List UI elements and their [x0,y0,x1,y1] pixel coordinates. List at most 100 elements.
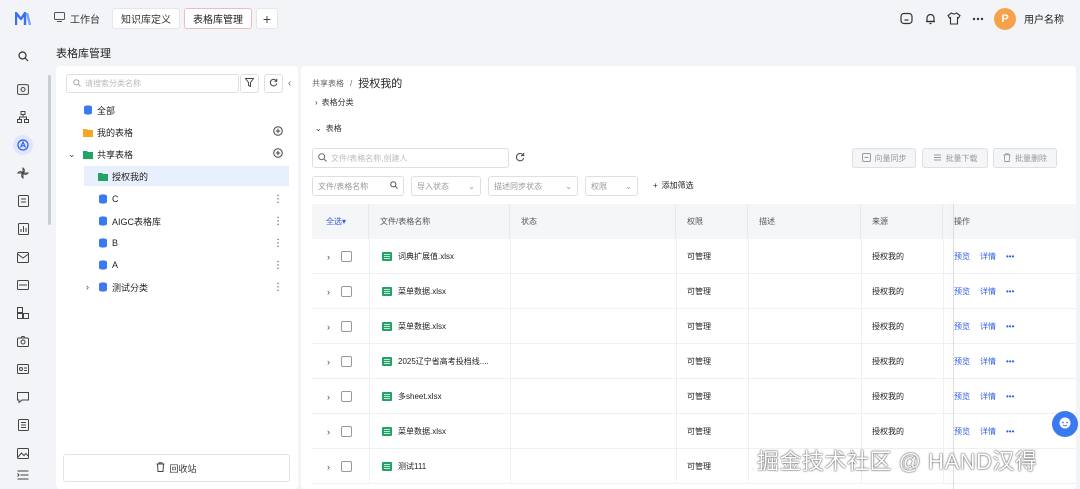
file-name[interactable]: 菜单数据.xlsx [398,286,446,297]
breadcrumb-root[interactable]: 共享表格 [312,78,344,89]
mail-icon[interactable] [15,249,31,265]
table-row[interactable]: › 词典扩展值.xlsx 可管理 授权我的 预览 详情 ••• [312,239,1076,274]
section-tables[interactable]: ⌄ 表格 [315,123,342,134]
batch-delete-button[interactable]: 批量删除 [993,148,1057,168]
row-checkbox[interactable] [341,344,352,379]
tree-item-aigc[interactable]: AIGC表格库 ⋮ [56,211,298,231]
tab-table-library[interactable]: 表格库管理 [184,8,252,29]
preview-link[interactable]: 预览 [954,426,970,437]
row-expander[interactable]: › [327,414,330,449]
preview-link[interactable]: 预览 [954,321,970,332]
image-icon[interactable] [15,445,31,461]
detail-link[interactable]: 详情 [980,286,996,297]
tab-workbench[interactable]: 工作台 [46,8,108,29]
more-vertical-icon[interactable]: ⋮ [273,260,283,271]
file-name[interactable]: 菜单数据.xlsx [398,321,446,332]
preview-link[interactable]: 预览 [954,286,970,297]
help-assistant-button[interactable] [1052,411,1078,437]
file-name-cell[interactable]: 菜单数据.xlsx [382,309,446,344]
row-checkbox[interactable] [341,379,352,414]
shirt-icon[interactable] [946,11,962,27]
vector-sync-button[interactable]: 向量同步 [852,148,916,168]
search-icon[interactable] [15,48,31,64]
select-all-toggle[interactable]: 全选 ▾ [312,204,369,239]
add-tab-button[interactable]: + [256,8,278,29]
camera-icon[interactable] [15,333,31,349]
keyboard-icon[interactable] [15,277,31,293]
org-chart-icon[interactable] [15,109,31,125]
avatar[interactable]: P [994,7,1016,30]
row-checkbox[interactable] [341,239,352,274]
filter-filename[interactable]: 文件/表格名称 [312,176,404,196]
more-vertical-icon[interactable]: ⋮ [273,238,283,249]
table-row[interactable]: › 多sheet.xlsx 可管理 授权我的 预览 详情 ••• [312,379,1076,414]
collapse-panel-icon[interactable]: ‹ [288,78,291,89]
table-row[interactable]: › 菜单数据.xlsx 可管理 授权我的 预览 详情 ••• [312,274,1076,309]
detail-link[interactable]: 详情 [980,426,996,437]
tree-item-c[interactable]: C ⋮ [56,189,298,209]
detail-link[interactable]: 详情 [980,391,996,402]
row-expander[interactable]: › [327,449,330,484]
table-row[interactable]: › 2025辽宁省高考投档线.... 可管理 授权我的 预览 详情 ••• [312,344,1076,379]
checkbox[interactable] [341,251,352,262]
checkbox[interactable] [341,461,352,472]
row-expander[interactable]: › [327,309,330,344]
chevron-right-icon[interactable]: › [86,282,97,292]
bell-icon[interactable] [922,11,938,27]
add-category-icon[interactable] [273,125,283,139]
row-expander[interactable]: › [327,274,330,309]
nav-scrollbar[interactable] [48,75,51,225]
detail-link[interactable]: 详情 [980,321,996,332]
add-category-icon[interactable] [273,147,283,161]
more-actions-icon[interactable]: ••• [1006,252,1014,261]
file-name[interactable]: 多sheet.xlsx [398,391,442,402]
filter-import-status[interactable]: 导入状态 ⌄ [411,176,481,196]
detail-link[interactable]: 详情 [980,356,996,367]
chart-icon[interactable] [15,221,31,237]
message-icon[interactable] [15,389,31,405]
knowledge-icon[interactable] [13,135,33,155]
tree-item-test-category[interactable]: › 测试分类 ⋮ [56,277,298,297]
table-row[interactable]: › 菜单数据.xlsx 可管理 授权我的 预览 详情 ••• [312,309,1076,344]
more-vertical-icon[interactable]: ⋮ [273,194,283,205]
file-search-input[interactable]: 文件/表格名称,创建人 [312,148,509,168]
more-actions-icon[interactable]: ••• [1006,392,1014,401]
file-name-cell[interactable]: 2025辽宁省高考投档线.... [382,344,489,379]
blocks-icon[interactable] [15,305,31,321]
checkbox[interactable] [341,426,352,437]
file-name[interactable]: 2025辽宁省高考投档线.... [398,356,489,367]
fan-icon[interactable] [15,165,31,181]
add-filter-button[interactable]: + 添加筛选 [653,180,694,191]
checkbox[interactable] [341,356,352,367]
more-vertical-icon[interactable]: ⋮ [273,282,283,293]
more-icon[interactable] [970,11,986,27]
row-expander[interactable]: › [327,379,330,414]
batch-download-button[interactable]: 批量下载 [922,148,988,168]
more-actions-icon[interactable]: ••• [1006,357,1014,366]
preview-link[interactable]: 预览 [954,391,970,402]
screen-icon[interactable] [15,81,31,97]
section-table-category[interactable]: › 表格分类 [315,97,354,108]
file-name-cell[interactable]: 多sheet.xlsx [382,379,442,414]
row-checkbox[interactable] [341,274,352,309]
more-vertical-icon[interactable]: ⋮ [273,216,283,227]
tree-item-a[interactable]: A ⋮ [56,255,298,275]
filter-description-sync[interactable]: 描述同步状态 ⌄ [488,176,578,196]
list-icon[interactable] [15,417,31,433]
refresh-icon[interactable] [515,152,525,164]
preview-link[interactable]: 预览 [954,356,970,367]
row-checkbox[interactable] [341,414,352,449]
home-icon[interactable] [898,11,914,27]
card-icon[interactable] [15,361,31,377]
username[interactable]: 用户名称 [1024,11,1064,26]
row-expander[interactable]: › [327,344,330,379]
file-name[interactable]: 测试111 [398,461,426,472]
row-checkbox[interactable] [341,309,352,344]
checkbox[interactable] [341,321,352,332]
app-logo[interactable] [0,0,46,37]
more-actions-icon[interactable]: ••• [1006,322,1014,331]
file-name-cell[interactable]: 测试111 [382,449,426,484]
row-checkbox[interactable] [341,449,352,484]
tree-item-all[interactable]: 全部 [56,100,298,120]
file-name[interactable]: 词典扩展值.xlsx [398,251,454,262]
